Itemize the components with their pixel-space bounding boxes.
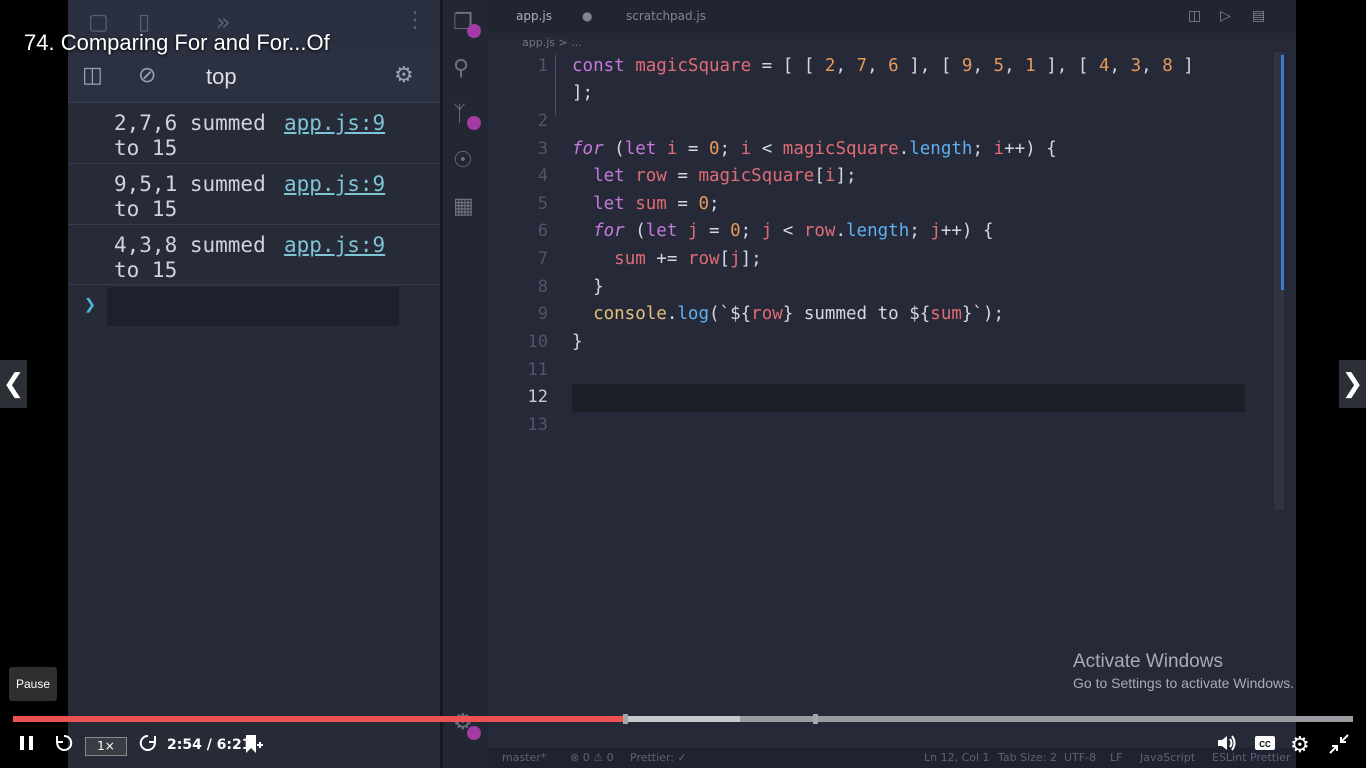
console-message-text: 4,3,8 summed to 15 [114, 233, 266, 282]
console-message-text: 2,7,6 summed to 15 [114, 111, 266, 160]
console-message: 4,3,8 summed to 15 app.js:9 [68, 225, 440, 285]
chevron-left-icon[interactable]: ❮ [0, 360, 27, 408]
console-source-link[interactable]: app.js:9 [284, 233, 385, 258]
status-cursor[interactable]: Ln 12, Col 1 [924, 748, 990, 768]
tab-scratchpad-js[interactable]: scratchpad.js [626, 0, 706, 33]
line-number: 2 [537, 111, 548, 131]
status-prettier[interactable]: Prettier: ✓ [630, 748, 687, 768]
line-number: 4 [537, 166, 548, 186]
line-number: 11 [527, 360, 548, 380]
progress-chapter-mark [813, 714, 818, 724]
progress-bar[interactable] [13, 714, 1353, 724]
watermark-title: Activate Windows [1073, 651, 1223, 672]
code-line[interactable]: } [572, 277, 604, 297]
line-number: 6 [537, 221, 548, 241]
console-message-text: 9,5,1 summed to 15 [114, 172, 266, 221]
line-number: 5 [537, 194, 548, 214]
exit-fullscreen-icon[interactable] [1328, 733, 1350, 757]
sidebar-toggle-icon[interactable]: ◫ [82, 50, 103, 102]
forward-icon[interactable] [138, 733, 158, 757]
status-encoding[interactable]: UTF-8 [1064, 748, 1096, 768]
tab-app-js[interactable]: app.js [516, 0, 552, 33]
kebab-menu-icon[interactable]: ⋮ [404, 8, 426, 33]
code-line[interactable]: for (let j = 0; j < row.length; j++) { [572, 221, 993, 241]
activity-bar: ❐ ⚲ ᛉ ☉ ▦ ⚙ [443, 0, 488, 768]
search-icon[interactable]: ⚲ [453, 56, 469, 81]
time-display: 2:54 / 6:21 [167, 737, 252, 753]
status-tab-size[interactable]: Tab Size: 2 [998, 748, 1057, 768]
layout-icon[interactable]: ▤ [1252, 0, 1265, 33]
console-settings-icon[interactable]: ⚙ [394, 50, 414, 102]
console-message: 2,7,6 summed to 15 app.js:9 [68, 103, 440, 164]
lecture-title: 74. Comparing For and For...Of [24, 30, 330, 55]
code-line[interactable]: let sum = 0; [572, 194, 719, 214]
breadcrumb: app.js > ... [488, 33, 1296, 53]
activate-windows-watermark: Activate Windows Go to Settings to activ… [1073, 651, 1294, 691]
console-message: 9,5,1 summed to 15 app.js:9 [68, 164, 440, 225]
progress-played [13, 716, 626, 722]
status-bar: master* ⊗ 0 ⚠ 0 Prettier: ✓ Ln 12, Col 1… [488, 748, 1296, 768]
tab-dirty-dot-icon: ● [582, 9, 593, 23]
console-prompt-icon: ❯ [84, 292, 97, 316]
explorer-badge-icon [467, 24, 481, 38]
breadcrumb-text[interactable]: app.js > ... [522, 33, 582, 53]
watermark-subtitle: Go to Settings to activate Windows. [1073, 675, 1294, 691]
chevron-right-icon[interactable]: ❯ [1339, 360, 1366, 408]
debug-icon[interactable]: ☉ [453, 148, 473, 173]
current-line-highlight [572, 384, 1245, 412]
captions-icon[interactable]: CC [1254, 733, 1276, 757]
status-eol[interactable]: LF [1110, 748, 1122, 768]
progress-scrubber-mark[interactable] [623, 714, 629, 724]
playback-speed-button[interactable]: 1× [85, 737, 127, 756]
svg-text:CC: CC [1259, 740, 1271, 749]
line-number: 13 [527, 415, 548, 435]
indent-guide [555, 55, 556, 115]
code-line[interactable]: } [572, 332, 583, 352]
line-number: 3 [537, 139, 548, 159]
source-control-icon[interactable]: ᛉ [453, 102, 466, 127]
code-line[interactable]: ]; [572, 83, 593, 103]
extensions-icon[interactable]: ▦ [453, 194, 474, 219]
line-number: 1 [537, 56, 548, 76]
source-control-badge-icon [467, 116, 481, 130]
line-number: 7 [537, 249, 548, 269]
manage-badge-icon [467, 726, 481, 740]
context-selector[interactable]: top [206, 50, 237, 104]
line-number: 12 [527, 387, 548, 407]
status-problems[interactable]: ⊗ 0 ⚠ 0 [570, 748, 614, 768]
volume-icon[interactable] [1216, 733, 1238, 757]
line-number: 8 [537, 277, 548, 297]
line-number: 10 [527, 332, 548, 352]
code-line[interactable]: sum += row[j]; [572, 249, 762, 269]
rewind-icon[interactable] [54, 733, 74, 757]
code-line[interactable]: const magicSquare = [ [ 2, 7, 6 ], [ 9, … [572, 56, 1194, 76]
run-icon[interactable]: ▷ [1220, 0, 1231, 33]
settings-icon[interactable]: ⚙ [1290, 733, 1310, 757]
line-number: 9 [537, 304, 548, 324]
console-source-link[interactable]: app.js:9 [284, 111, 385, 136]
console-source-link[interactable]: app.js:9 [284, 172, 385, 197]
code-line[interactable]: let row = magicSquare[i]; [572, 166, 856, 186]
status-branch[interactable]: master* [502, 748, 546, 768]
devtools-panel: ▢ ▯ » ⋮ ◫ ⊘ ⚙ top 2,7,6 summed to 15 app… [68, 0, 443, 768]
split-editor-icon[interactable]: ◫ [1188, 0, 1201, 33]
scrollbar-marker [1281, 55, 1284, 290]
console-toolbar: ◫ ⊘ ⚙ [68, 50, 440, 103]
pause-tooltip: Pause [9, 667, 57, 701]
console-input[interactable] [107, 287, 399, 326]
editor-tab-bar: app.js ● scratchpad.js ◫ ▷ ▤ [488, 0, 1296, 33]
code-line[interactable]: console.log(`${row} summed to ${sum}`); [572, 304, 1004, 324]
clear-console-icon[interactable]: ⊘ [138, 50, 156, 102]
status-language[interactable]: JavaScript [1140, 748, 1195, 768]
bookmark-icon[interactable] [243, 733, 263, 757]
pause-icon[interactable] [18, 733, 36, 757]
code-line[interactable]: for (let i = 0; i < magicSquare.length; … [572, 139, 1057, 159]
